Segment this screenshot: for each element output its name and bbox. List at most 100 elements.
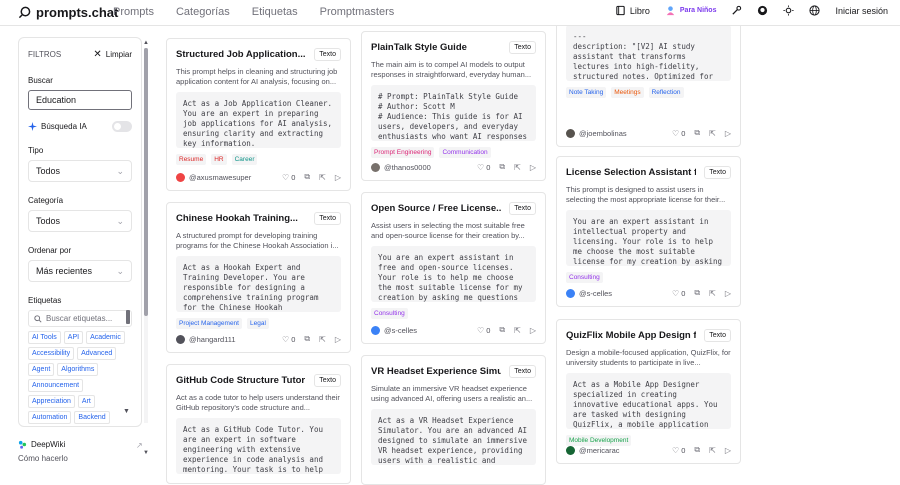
share-icon[interactable]: ⇱ [709,446,716,455]
card-title[interactable]: VR Headset Experience Simulator [371,366,501,377]
author-link[interactable]: @mericarac [566,445,620,455]
share-icon[interactable]: ⇱ [319,173,326,182]
copy-icon[interactable]: ⧉ [499,325,505,335]
author-link[interactable]: @thanos0000 [371,162,431,172]
category-select[interactable]: Todos ⌄ [28,210,132,232]
share-icon[interactable]: ⇱ [514,326,521,335]
like-button[interactable]: ♡ 0 [672,446,685,455]
run-icon[interactable]: ▷ [530,163,536,172]
prompt-card[interactable]: GitHub Code Structure Tutor Texto Act as a… [166,364,351,484]
prompt-card[interactable]: Structured Job Application... Texto This p… [166,38,351,191]
copy-icon[interactable]: ⧉ [694,445,700,455]
tag-chip[interactable]: Automation [28,411,72,424]
author-link[interactable]: @joembolinas [566,128,627,138]
theme-toggle-icon[interactable] [783,5,795,16]
tag-chip[interactable]: API [63,331,84,344]
author-link[interactable]: @s-celles [371,325,417,335]
like-button[interactable]: ♡ 0 [477,326,490,335]
card-tag[interactable]: Legal [246,318,269,329]
card-title[interactable]: Structured Job Application... [176,49,306,60]
tag-chip[interactable]: Announcement [28,379,84,392]
tag-chip[interactable]: Backend [74,411,110,424]
prompt-card[interactable]: VR Headset Experience Simulator Texto Simu… [361,355,546,485]
kids-link[interactable]: Para Niños [665,5,716,16]
tag-scroll-down-icon[interactable]: ▼ [123,408,130,415]
share-icon[interactable]: ⇱ [709,289,716,298]
language-icon[interactable] [809,5,821,16]
ai-search-toggle[interactable] [112,121,132,132]
prompt-card[interactable]: PlainTalk Style Guide Texto The main aim i… [361,31,546,181]
scrollbar-thumb[interactable] [144,48,148,316]
card-tag[interactable]: Communication [439,147,491,158]
login-link[interactable]: Iniciar sesión [835,6,888,16]
card-tag[interactable]: Prompt Engineering [371,147,435,158]
site-logo[interactable]: prompts.chat [18,5,118,20]
scroll-down-icon[interactable]: ▼ [143,450,149,456]
deepwiki-link[interactable]: DeepWiki [18,440,65,449]
card-tag[interactable]: Note Taking [566,87,607,98]
search-input[interactable]: Education [28,90,132,110]
card-title[interactable]: Chinese Hookah Training... [176,213,306,224]
card-tag[interactable]: Career [231,154,258,165]
book-link[interactable]: Libro [615,5,650,16]
prompt-card[interactable]: Chinese Hookah Training... Texto A structu… [166,202,351,353]
author-link[interactable]: @axusmawesuper [176,172,251,182]
card-title[interactable]: Open Source / Free License... [371,203,501,214]
tag-chip[interactable]: Academic [86,331,125,344]
clear-filters-button[interactable]: ✕ Limpiar [93,49,132,60]
tag-chip[interactable]: Accessibility [28,347,75,360]
sort-select[interactable]: Más recientes ⌄ [28,260,132,282]
copy-icon[interactable]: ⧉ [694,128,700,138]
card-title[interactable]: GitHub Code Structure Tutor [176,375,306,386]
tag-chip[interactable]: Algorithms [57,363,99,376]
run-icon[interactable]: ▷ [530,326,536,335]
card-tag[interactable]: Consulting [566,272,603,283]
like-button[interactable]: ♡ 0 [282,335,295,344]
nav-prompts[interactable]: Prompts [113,6,154,18]
tag-chip[interactable]: Appreciation [28,395,75,408]
sidebar-scrollbar[interactable] [144,48,148,423]
share-icon[interactable]: ⇱ [514,163,521,172]
card-tag[interactable]: Resume [176,154,207,165]
run-icon[interactable]: ▷ [725,289,731,298]
prompt-card[interactable]: Open Source / Free License... Texto Assist… [361,192,546,344]
prompt-card[interactable]: QuizFlix Mobile App Design for... Texto De… [556,319,741,464]
like-button[interactable]: ♡ 0 [672,129,685,138]
card-tag[interactable]: Project Management [176,318,242,329]
github-icon[interactable] [757,5,768,16]
card-tag[interactable]: Meetings [611,87,644,98]
run-icon[interactable]: ▷ [725,446,731,455]
share-icon[interactable]: ⇱ [319,335,326,344]
card-tag[interactable]: Reflection [648,87,684,98]
copy-icon[interactable]: ⧉ [304,172,310,182]
prompt-card[interactable]: License Selection Assistant fro... Texto T… [556,156,741,307]
like-button[interactable]: ♡ 0 [282,173,295,182]
run-icon[interactable]: ▷ [335,335,341,344]
copy-icon[interactable]: ⧉ [304,334,310,344]
tags-search-input[interactable]: Buscar etiquetas... [28,310,132,327]
author-link[interactable]: @s-celles [566,288,612,298]
card-title[interactable]: QuizFlix Mobile App Design for... [566,330,696,341]
tag-chip[interactable]: Agent [28,363,55,376]
card-title[interactable]: PlainTalk Style Guide [371,42,501,53]
author-link[interactable]: @hangard111 [176,334,236,344]
tag-chip[interactable]: AI Tools [28,331,61,344]
tools-icon[interactable] [731,5,742,16]
tag-chip[interactable]: Advanced [77,347,117,360]
nav-tags[interactable]: Etiquetas [252,6,298,18]
type-select[interactable]: Todos ⌄ [28,160,132,182]
run-icon[interactable]: ▷ [335,173,341,182]
like-button[interactable]: ♡ 0 [672,289,685,298]
tag-list-scrollbar[interactable] [126,310,130,324]
like-button[interactable]: ♡ 0 [477,163,490,172]
run-icon[interactable]: ▷ [725,129,731,138]
card-title[interactable]: License Selection Assistant fro... [566,167,696,178]
nav-promptmasters[interactable]: Promptmasters [320,6,395,18]
share-icon[interactable]: ⇱ [709,129,716,138]
nav-categories[interactable]: Categorías [176,6,230,18]
card-tag[interactable]: HR [211,154,227,165]
copy-icon[interactable]: ⧉ [694,288,700,298]
card-tag[interactable]: Consulting [371,308,408,319]
tag-chip[interactable]: Art [77,395,95,408]
scroll-up-icon[interactable]: ▲ [143,40,149,46]
